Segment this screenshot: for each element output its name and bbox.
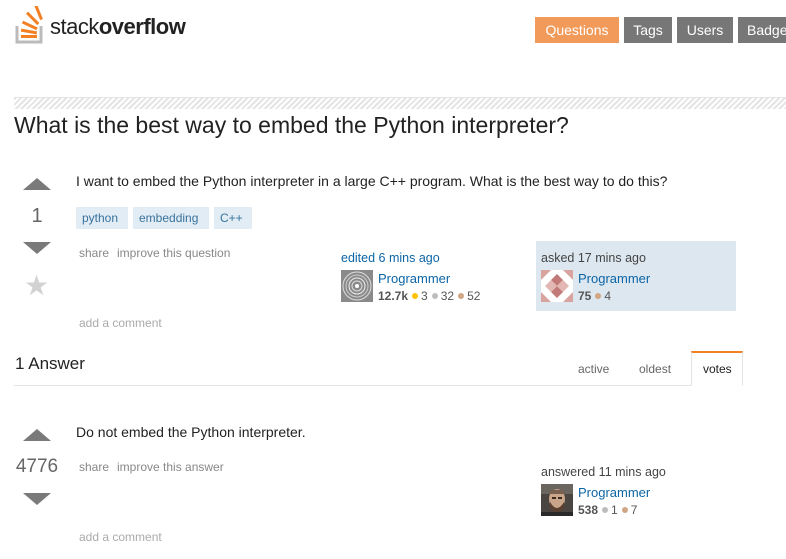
owner-bronze: 4 [604, 289, 612, 303]
tab-active[interactable]: active [578, 362, 609, 376]
editor-rep: 12.7k [378, 289, 409, 303]
asked-time: asked 17 mins ago [541, 251, 646, 265]
silver-badge-icon [431, 293, 438, 300]
answer-body: Do not embed the Python interpreter. [76, 424, 306, 440]
answer-owner-reputation: 538 1 7 [578, 503, 637, 517]
answer-owner-avatar[interactable] [541, 484, 573, 516]
bronze-badge-icon [621, 507, 628, 514]
question-title[interactable]: What is the best way to embed the Python… [14, 112, 569, 139]
logo-wordmark: stackoverflow [50, 14, 186, 40]
tab-oldest[interactable]: oldest [639, 362, 671, 376]
editor-bronze: 52 [467, 289, 481, 303]
answered-time: answered 11 mins ago [541, 465, 666, 479]
answer-owner-name[interactable]: Programmer [578, 485, 650, 500]
question-share-link[interactable]: share [79, 246, 109, 260]
answer-owner-rep: 538 [578, 503, 599, 517]
owner-reputation: 75 4 [578, 289, 611, 303]
answers-divider [14, 385, 743, 386]
owner-avatar[interactable] [541, 270, 573, 302]
edited-time-link[interactable]: edited 6 mins ago [341, 251, 440, 265]
bronze-badge-icon [458, 293, 465, 300]
owner-name[interactable]: Programmer [578, 271, 650, 286]
editor-gold: 3 [421, 289, 428, 303]
nav-users[interactable]: Users [677, 17, 733, 43]
answer-add-comment[interactable]: add a comment [79, 530, 162, 544]
header-divider [14, 97, 786, 109]
question-vote-count: 1 [31, 205, 43, 227]
tab-votes-label[interactable]: votes [703, 362, 732, 376]
answer-upvote-icon[interactable] [23, 429, 51, 441]
answer-improve-link[interactable]: improve this answer [117, 460, 224, 474]
nav-badges[interactable]: Badge [738, 17, 786, 43]
favorite-star-icon[interactable]: ★ [24, 272, 49, 300]
editor-reputation: 12.7k 3 32 52 [378, 289, 480, 303]
answers-count: 1 Answer [15, 354, 85, 373]
editor-avatar[interactable] [341, 270, 373, 302]
owner-rep: 75 [578, 289, 592, 303]
answer-share-link[interactable]: share [79, 460, 109, 474]
question-add-comment[interactable]: add a comment [79, 316, 162, 330]
bronze-badge-icon [595, 293, 602, 300]
question-body: I want to embed the Python interpreter i… [76, 173, 668, 189]
answer-owner-silver: 1 [611, 503, 618, 517]
tag-embedding[interactable]: embedding [133, 207, 209, 229]
question-downvote-icon[interactable] [23, 242, 51, 254]
answer-downvote-icon[interactable] [23, 493, 51, 505]
question-improve-link[interactable]: improve this question [117, 246, 230, 260]
tag-python[interactable]: python [76, 207, 128, 229]
logo-bold: overflow [98, 14, 186, 39]
nav-questions[interactable]: Questions [535, 17, 619, 43]
logo-light: stack [50, 14, 99, 39]
site-logo[interactable]: stackoverflow [14, 4, 214, 44]
gold-badge-icon [412, 293, 419, 300]
tag-cpp[interactable]: C++ [214, 207, 252, 229]
question-upvote-icon[interactable] [23, 178, 51, 190]
answer-owner-bronze: 7 [630, 503, 638, 517]
silver-badge-icon [602, 507, 609, 514]
stack-logo-icon [15, 6, 43, 44]
nav-tags[interactable]: Tags [624, 17, 672, 43]
answer-vote-count: 4776 [15, 456, 59, 477]
editor-name[interactable]: Programmer [378, 271, 450, 286]
editor-silver: 32 [440, 289, 455, 303]
